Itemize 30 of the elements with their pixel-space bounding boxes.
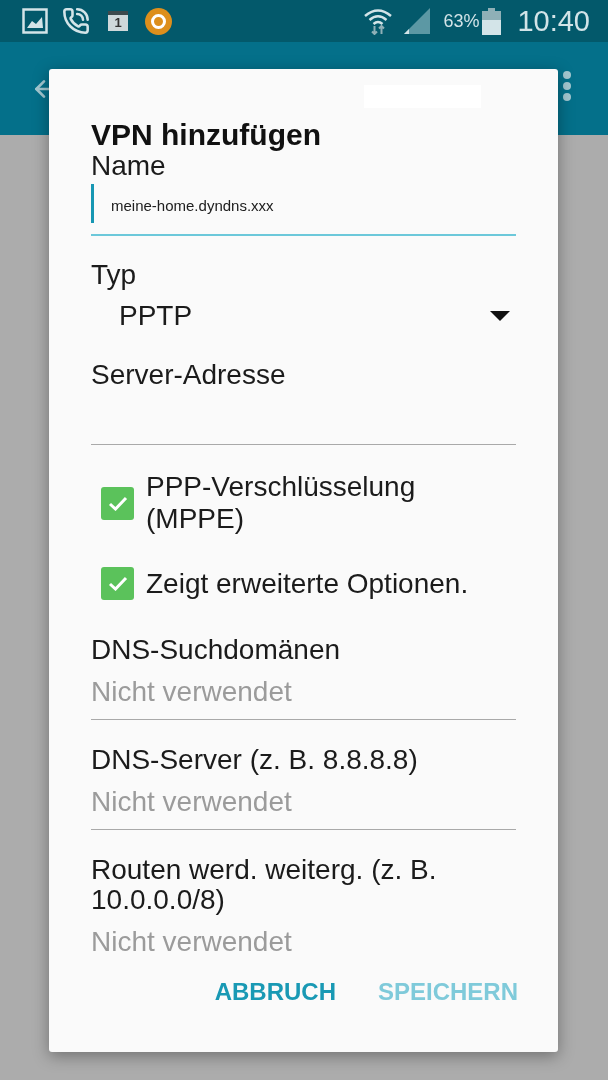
wifi-icon <box>363 7 394 35</box>
text-input-field[interactable]: Nicht verwendet <box>91 918 516 968</box>
clock-time: 10:40 <box>517 5 590 37</box>
checkbox-label: Zeigt erweiterte Optionen. <box>146 567 469 600</box>
checkbox[interactable] <box>101 567 134 600</box>
text-input-field[interactable]: Nicht verwendet <box>91 778 516 830</box>
check-icon <box>107 576 128 591</box>
signal-icon <box>404 8 431 34</box>
text-cursor <box>91 184 94 223</box>
battery-icon <box>482 7 502 35</box>
field-label: Server-Adresse <box>91 360 287 390</box>
overflow-menu-icon[interactable] <box>562 70 572 101</box>
calendar-day: 1 <box>114 16 122 30</box>
field-label: Routen werd. weiterg. (z. B. 10.0.0.0/8) <box>91 855 438 915</box>
checkbox[interactable] <box>101 486 134 520</box>
field-label: DNS-Suchdomänen <box>91 635 342 665</box>
type-dropdown[interactable]: PPTP <box>91 301 516 331</box>
text-input-field[interactable]: meine-home.dyndns.xxx <box>91 184 516 236</box>
field-label: Typ <box>91 260 138 290</box>
field-label: Name <box>91 151 166 181</box>
check-icon <box>107 495 128 511</box>
field-label: DNS-Server (z. B. 8.8.8.8) <box>91 745 419 775</box>
dialog-title: VPN hinzufügen <box>91 119 322 151</box>
caret-down-icon <box>490 311 510 321</box>
battery-percent: 63% <box>443 11 480 31</box>
phone-call-icon <box>62 7 90 35</box>
checkbox-label: PPP-Verschlüsselung (MPPE) <box>146 471 417 535</box>
text-input-field[interactable]: Nicht verwendet <box>91 668 516 720</box>
ring-app-icon <box>145 7 172 35</box>
gallery-icon <box>22 8 48 34</box>
